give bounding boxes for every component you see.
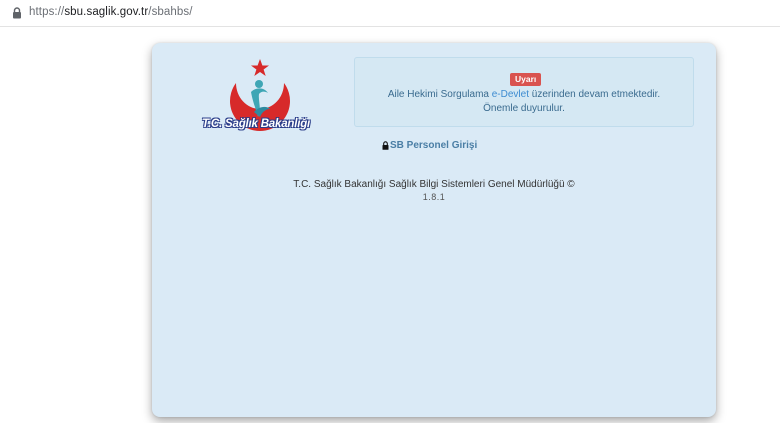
lock-icon <box>382 141 389 150</box>
personnel-login-label: SB Personel Girişi <box>390 140 478 151</box>
alert-note: Önemle duyurulur. <box>483 103 565 114</box>
alert-message: Aile Hekimi Sorgulama e-Devlet üzerinden… <box>355 88 693 101</box>
lock-icon[interactable] <box>12 7 22 19</box>
logo-text: T.C. Sağlık Bakanlığı <box>201 118 311 130</box>
url-text[interactable]: https://sbu.saglik.gov.tr/sbahbs/ <box>29 6 193 18</box>
alert-text-after: üzerinden devam etmektedir. <box>529 89 661 100</box>
edevlet-link[interactable]: e-Devlet <box>492 89 529 100</box>
version-number: 1.8.1 <box>422 192 446 202</box>
url-scheme: https:// <box>29 6 65 18</box>
address-bar[interactable]: https://sbu.saglik.gov.tr/sbahbs/ <box>0 0 780 27</box>
url-host: sbu.saglik.gov.tr <box>64 6 149 18</box>
main-card: T.C. Sağlık Bakanlığı Uyarı Aile Hekimi … <box>152 43 716 417</box>
warning-badge: Uyarı <box>510 73 542 86</box>
url-path: /sbahbs/ <box>148 6 193 18</box>
alert-text-before: Aile Hekimi Sorgulama <box>387 89 492 100</box>
personnel-login-link[interactable]: SB Personel Girişi <box>382 140 477 151</box>
footer-copyright: T.C. Sağlık Bakanlığı Sağlık Bilgi Siste… <box>293 179 575 190</box>
alert-box: Uyarı Aile Hekimi Sorgulama e-Devlet üze… <box>354 57 694 127</box>
